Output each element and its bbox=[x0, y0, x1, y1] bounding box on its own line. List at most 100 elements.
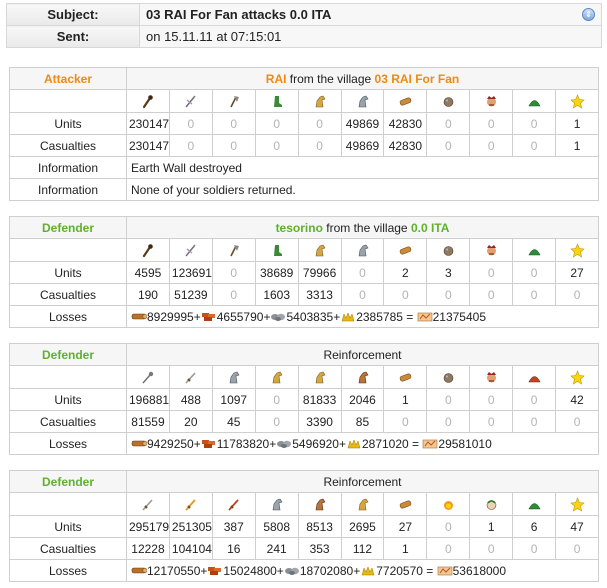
unit-icon-cell bbox=[383, 89, 428, 113]
crop-icon bbox=[360, 565, 376, 576]
chieftain-icon[interactable] bbox=[484, 370, 499, 385]
unit-icon-cell bbox=[512, 238, 557, 262]
defender2-casualties-row: Casualties 81559 20 45 0 3390 85 0 0 0 0 0 bbox=[9, 410, 599, 433]
unit-icon-cell bbox=[512, 365, 557, 389]
unit-value-cell: 0 bbox=[168, 112, 213, 135]
legionnaire-icon[interactable] bbox=[140, 497, 155, 512]
attacker-player-link[interactable]: RAI bbox=[266, 72, 287, 86]
casualties-label: Casualties bbox=[9, 410, 127, 433]
axeman-icon[interactable] bbox=[226, 94, 241, 109]
attacker-icons-row bbox=[9, 89, 599, 113]
unit-value-cell: 3 bbox=[426, 261, 471, 284]
spearman-icon[interactable] bbox=[183, 94, 198, 109]
unit-value-cell: 0 bbox=[211, 261, 256, 284]
scout-icon[interactable] bbox=[269, 243, 284, 258]
unit-value-cell: 42830 bbox=[383, 112, 428, 135]
teutonic-knight-icon[interactable] bbox=[355, 94, 370, 109]
battering-ram-icon[interactable] bbox=[398, 370, 413, 385]
defender3-losses-row: Losses 12170550+ 15024800+ 18702080+ 772057… bbox=[9, 559, 599, 582]
catapult-icon[interactable] bbox=[441, 243, 456, 258]
total-icon bbox=[417, 311, 433, 322]
catapult-icon[interactable] bbox=[441, 94, 456, 109]
settler-icon[interactable] bbox=[527, 370, 542, 385]
defender2-units-row: Units196881548810970818332046100042 bbox=[9, 388, 599, 411]
unit-value-cell: 1236914 bbox=[168, 261, 213, 284]
unit-value-cell: 49869 bbox=[340, 134, 385, 157]
unit-value-cell: 0 bbox=[469, 388, 514, 411]
scout-icon[interactable] bbox=[269, 94, 284, 109]
theutates-thunder-icon[interactable] bbox=[269, 370, 284, 385]
spearman-icon[interactable] bbox=[183, 243, 198, 258]
unit-value-cell: 0 bbox=[297, 112, 342, 135]
equites-legati-icon[interactable] bbox=[269, 497, 284, 512]
unit-icon-cell bbox=[426, 492, 471, 516]
hero-icon[interactable] bbox=[569, 93, 585, 109]
chief-icon[interactable] bbox=[484, 94, 499, 109]
battering-ram-icon[interactable] bbox=[398, 497, 413, 512]
spear-icon[interactable] bbox=[183, 370, 198, 385]
unit-value-cell: 47 bbox=[555, 515, 599, 538]
unit-value-cell: 4595 bbox=[126, 261, 170, 284]
unit-value-cell: 0 bbox=[426, 134, 471, 157]
settler-icon[interactable] bbox=[527, 94, 542, 109]
iron-icon bbox=[284, 565, 300, 576]
trebuchet-icon[interactable] bbox=[441, 370, 456, 385]
attacker-from-text: from the village bbox=[286, 71, 375, 86]
unit-value-cell: 5808 bbox=[254, 515, 299, 538]
hero-icon[interactable] bbox=[569, 242, 585, 258]
unit-icon-cell bbox=[297, 89, 342, 113]
unit-value-cell: 0 bbox=[211, 112, 256, 135]
defender-table-1: Defender tesorino from the village 0.0 I… bbox=[9, 216, 599, 328]
total-icon bbox=[437, 565, 453, 576]
subject-dropdown-icon[interactable]: ⇕ bbox=[582, 8, 595, 21]
unit-value-cell: 0 bbox=[512, 388, 557, 411]
teutonic-knight-icon[interactable] bbox=[355, 243, 370, 258]
fire-catapult-icon[interactable] bbox=[441, 497, 456, 512]
paladin-icon[interactable] bbox=[312, 243, 327, 258]
hero-icon[interactable] bbox=[569, 369, 585, 385]
plus-separator: = bbox=[422, 563, 437, 578]
wood-icon bbox=[131, 438, 147, 449]
information-label: Information bbox=[9, 156, 127, 179]
settler-icon[interactable] bbox=[527, 243, 542, 258]
pathfinder-icon[interactable] bbox=[226, 370, 241, 385]
units-label: Units bbox=[9, 515, 127, 538]
information-text: Earth Wall destroyed bbox=[126, 156, 599, 179]
losses-label: Losses bbox=[9, 305, 127, 328]
unit-icon-cell bbox=[297, 365, 342, 389]
club-icon[interactable] bbox=[140, 94, 155, 109]
unit-value-cell: 0 bbox=[383, 283, 428, 306]
casualties-label: Casualties bbox=[9, 537, 127, 560]
ram-icon[interactable] bbox=[398, 243, 413, 258]
equites-caesaris-icon[interactable] bbox=[355, 497, 370, 512]
praetorian-icon[interactable] bbox=[183, 497, 198, 512]
unit-value-cell: 104104 bbox=[168, 537, 213, 560]
mace-icon[interactable] bbox=[140, 370, 155, 385]
hero-icon[interactable] bbox=[569, 496, 585, 512]
defender-player-link[interactable]: tesorino bbox=[276, 221, 323, 235]
club-icon[interactable] bbox=[140, 243, 155, 258]
defender1-icons-row bbox=[9, 238, 599, 262]
defender-role: Defender bbox=[9, 216, 127, 239]
unit-value-cell: 1097 bbox=[211, 388, 256, 411]
druidrider-icon[interactable] bbox=[312, 370, 327, 385]
haeduan-icon[interactable] bbox=[355, 370, 370, 385]
senator-icon[interactable] bbox=[484, 497, 499, 512]
axeman-icon[interactable] bbox=[226, 243, 241, 258]
information-text: None of your soldiers returned. bbox=[126, 178, 599, 201]
ram-icon[interactable] bbox=[398, 94, 413, 109]
equites-imperatoris-icon[interactable] bbox=[312, 497, 327, 512]
unit-value-cell: 8513 bbox=[297, 515, 342, 538]
unit-icon-cell bbox=[383, 365, 428, 389]
unit-icon-cell bbox=[211, 365, 256, 389]
defender-village-link[interactable]: 0.0 ITA bbox=[411, 221, 449, 235]
paladin-icon[interactable] bbox=[312, 94, 327, 109]
attacker-village-link[interactable]: 03 RAI For Fan bbox=[375, 72, 460, 86]
chief-icon[interactable] bbox=[484, 243, 499, 258]
settler-icon[interactable] bbox=[527, 497, 542, 512]
unit-icon-cell bbox=[469, 89, 514, 113]
plus-separator: + bbox=[200, 563, 208, 578]
unit-value-cell: 0 bbox=[469, 261, 514, 284]
unit-value-cell: 6 bbox=[512, 515, 557, 538]
imperian-icon[interactable] bbox=[226, 497, 241, 512]
